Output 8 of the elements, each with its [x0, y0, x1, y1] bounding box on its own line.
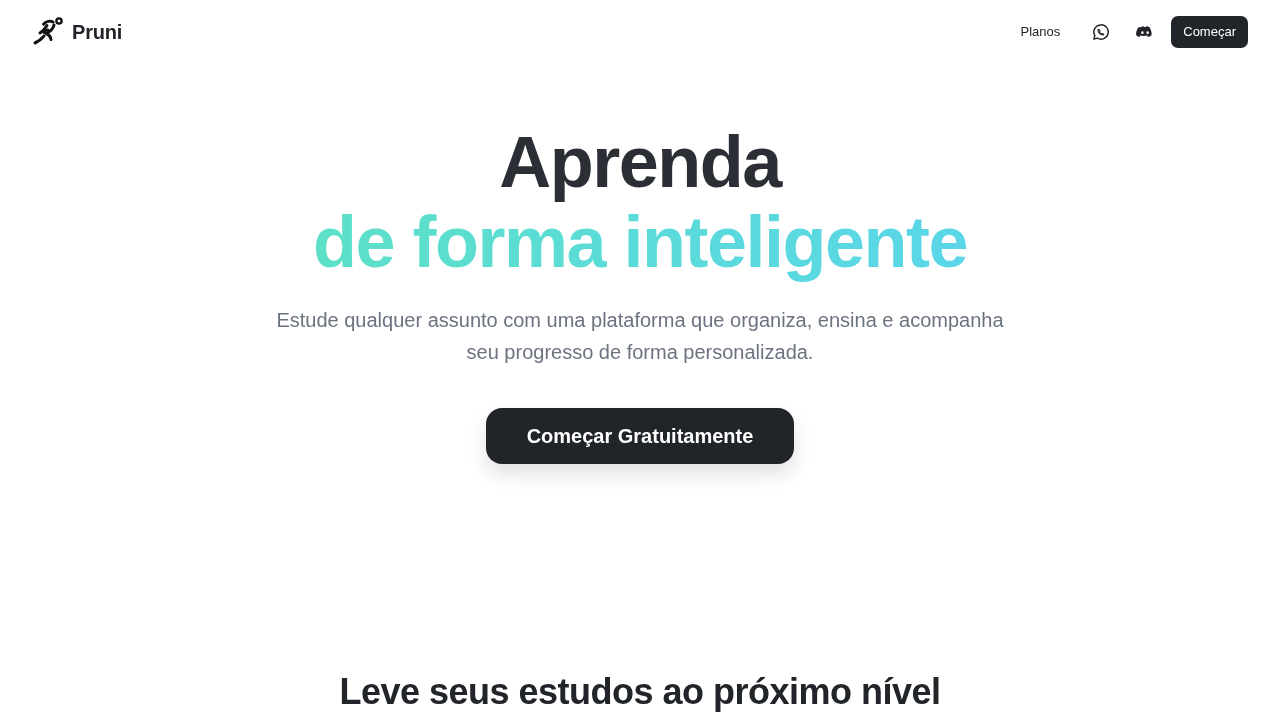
start-free-button[interactable]: Começar Gratuitamente	[486, 408, 794, 464]
chat-bubble-icon[interactable]	[1092, 23, 1111, 41]
brand-name[interactable]: Pruni	[72, 17, 123, 47]
hero-title: Aprenda	[499, 122, 781, 202]
plans-link[interactable]: Planos	[1016, 16, 1065, 48]
hero-subtitle: Estude qualquer assunto com uma plataforma que organiza, ensina e acompanha seu progresso de forma personalizada.	[275, 308, 1005, 365]
start-button[interactable]: Começar	[1171, 16, 1248, 48]
section-heading: Leve seus estudos ao próximo nível	[339, 670, 941, 714]
